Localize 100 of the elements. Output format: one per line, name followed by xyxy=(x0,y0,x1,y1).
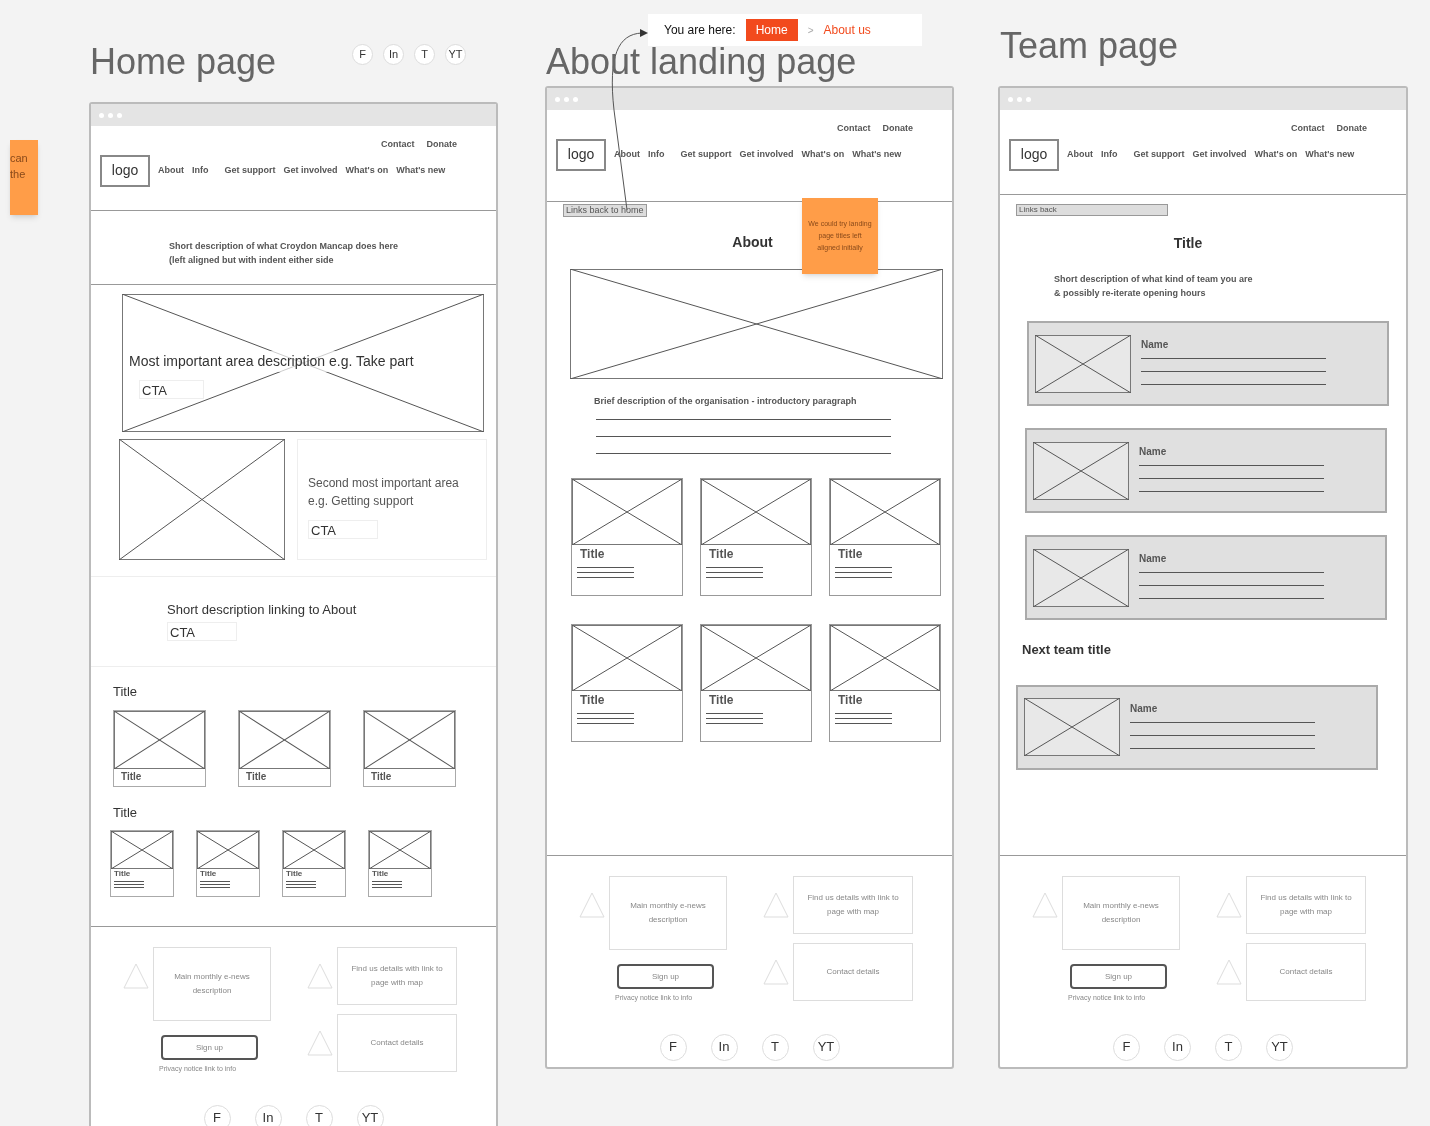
social-link[interactable]: F xyxy=(659,1033,687,1061)
description-text: Brief description of the organisation - introductory paragraph xyxy=(594,395,858,408)
newsletter-description: Main monthly e-news description xyxy=(609,876,727,950)
social-link[interactable]: YT xyxy=(445,44,466,65)
description-text: Short description of what kind of team you are & possibly re-iterate opening hours xyxy=(1054,273,1254,300)
nav-link[interactable]: Get involved xyxy=(1192,147,1247,162)
back-link[interactable]: Links back to home xyxy=(563,204,647,217)
card-title: Title xyxy=(708,545,735,563)
member-name: Name xyxy=(1130,701,1159,716)
nav-link[interactable]: Contact xyxy=(837,122,871,136)
nav-link[interactable]: What's new xyxy=(1305,147,1355,162)
newsletter-description: Main monthly e-news description xyxy=(153,947,271,1021)
nav-link[interactable]: What's on xyxy=(1254,147,1298,162)
logo-box: logo xyxy=(100,154,150,187)
nav-link[interactable]: What's on xyxy=(345,163,389,178)
nav-link[interactable]: Info xyxy=(192,163,209,178)
back-link[interactable]: Links back xyxy=(1016,204,1168,216)
card-title: Title xyxy=(285,869,304,879)
nav-link[interactable]: Get support xyxy=(680,147,732,162)
social-link[interactable]: YT xyxy=(1266,1033,1293,1061)
card-title: Title xyxy=(579,691,606,709)
text-placeholder-lines xyxy=(114,881,144,888)
text-placeholder-lines xyxy=(706,712,763,724)
nav-link[interactable]: About xyxy=(614,147,640,162)
signup-button[interactable]: Sign up xyxy=(1070,964,1167,989)
social-link[interactable]: T xyxy=(761,1033,789,1061)
feature-description: Second most important area e.g. Getting support xyxy=(308,475,460,510)
breadcrumb-link[interactable]: About us xyxy=(823,21,871,39)
section-title: Title xyxy=(113,683,139,701)
text-placeholder-lines xyxy=(706,566,763,578)
card-title: Title xyxy=(708,691,735,709)
social-link[interactable]: In xyxy=(1164,1033,1191,1061)
nav-link[interactable]: Contact xyxy=(381,138,415,152)
card-title: Title xyxy=(371,869,390,879)
social-link[interactable]: In xyxy=(383,44,404,65)
social-link[interactable]: T xyxy=(305,1104,333,1126)
nav-link[interactable]: What's new xyxy=(852,147,902,162)
hero-description: Most important area description e.g. Take part xyxy=(129,351,414,372)
nav-link[interactable]: About xyxy=(158,163,184,178)
nav-link[interactable]: Donate xyxy=(426,138,457,152)
social-link[interactable]: In xyxy=(254,1104,282,1126)
intro-text: Short description of what Croydon Mancap does here (left aligned but with indent either side xyxy=(169,240,400,267)
social-link[interactable]: YT xyxy=(812,1033,840,1061)
social-link[interactable]: In xyxy=(710,1033,738,1061)
contact-details: Contact details xyxy=(337,1014,457,1072)
triangle-icon xyxy=(763,959,789,985)
text-placeholder-lines xyxy=(577,566,634,578)
nav-link[interactable]: Donate xyxy=(882,122,913,136)
triangle-icon xyxy=(307,1030,333,1056)
note-text: the xyxy=(10,167,27,182)
member-name: Name xyxy=(1141,338,1170,352)
nav-link[interactable]: Info xyxy=(648,147,665,162)
card-title: Title xyxy=(579,545,606,563)
card-title: Title xyxy=(370,769,393,784)
card-title: Title xyxy=(837,545,864,563)
member-name: Name xyxy=(1139,445,1168,459)
social-link[interactable]: F xyxy=(352,44,373,65)
cta-field[interactable]: CTA xyxy=(308,520,378,539)
social-link[interactable]: T xyxy=(414,44,435,65)
social-link[interactable]: YT xyxy=(356,1104,384,1126)
triangle-icon xyxy=(579,892,605,918)
triangle-icon xyxy=(307,963,333,989)
contact-details: Contact details xyxy=(1246,943,1366,1001)
nav-link[interactable]: Get support xyxy=(1133,147,1185,162)
section-title: Title xyxy=(113,803,139,822)
triangle-icon xyxy=(1032,892,1058,918)
text-placeholder-lines xyxy=(286,881,316,888)
breadcrumb-separator: > xyxy=(807,23,814,38)
nav-link[interactable]: Get involved xyxy=(283,163,338,178)
signup-button[interactable]: Sign up xyxy=(617,964,714,989)
nav-link[interactable]: Info xyxy=(1101,147,1118,162)
logo-box: logo xyxy=(1009,138,1059,171)
page-heading: Title xyxy=(1173,234,1203,253)
triangle-icon xyxy=(763,892,789,918)
social-link[interactable]: F xyxy=(203,1104,231,1126)
social-link[interactable]: T xyxy=(1215,1033,1242,1061)
nav-link[interactable]: Get involved xyxy=(739,147,794,162)
breadcrumb-label: You are here: xyxy=(664,22,736,39)
triangle-icon xyxy=(1216,959,1242,985)
text-placeholder-lines xyxy=(372,881,402,888)
nav-link[interactable]: About xyxy=(1067,147,1093,162)
nav-link[interactable]: What's new xyxy=(396,163,446,178)
signup-button[interactable]: Sign up xyxy=(161,1035,258,1060)
card-title: Title xyxy=(120,769,143,784)
find-us-details: Find us details with link to page with map xyxy=(793,876,913,934)
contact-details: Contact details xyxy=(793,943,913,1001)
logo-box: logo xyxy=(556,138,606,171)
triangle-icon xyxy=(123,963,149,989)
cta-field[interactable]: CTA xyxy=(139,380,204,399)
breadcrumb-link[interactable]: Home xyxy=(745,19,798,41)
team-title: Next team title xyxy=(1022,641,1112,659)
social-link[interactable]: F xyxy=(1113,1033,1140,1061)
board-title: Home page xyxy=(90,42,277,82)
nav-link[interactable]: What's on xyxy=(801,147,845,162)
cta-field[interactable]: CTA xyxy=(167,621,237,641)
nav-link[interactable]: Donate xyxy=(1336,122,1367,136)
text-placeholder-lines xyxy=(200,881,230,888)
nav-link[interactable]: Contact xyxy=(1291,122,1325,136)
nav-link[interactable]: Get support xyxy=(224,163,276,178)
text-placeholder-lines xyxy=(835,566,892,578)
